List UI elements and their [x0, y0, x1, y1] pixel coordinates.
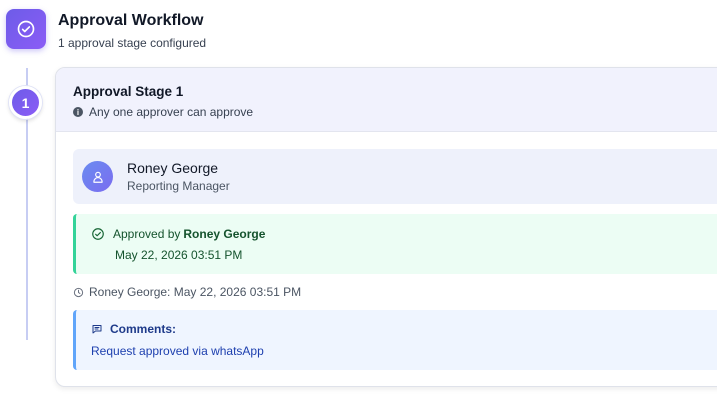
stage-header: Approval Stage 1 i Any one approver can …	[56, 68, 717, 132]
check-circle-icon	[17, 20, 35, 38]
approver-card: Roney George Reporting Manager	[73, 149, 717, 204]
timestamp-text: Roney George: May 22, 2026 03:51 PM	[89, 285, 302, 299]
page-subtitle: 1 approval stage configured	[58, 36, 207, 50]
approved-by-name: Roney George	[183, 227, 266, 241]
avatar	[82, 161, 113, 192]
stage-rule: i Any one approver can approve	[73, 105, 717, 119]
info-icon: i	[73, 107, 83, 117]
clock-icon	[73, 287, 84, 297]
approved-prefix: Approved by	[113, 227, 181, 241]
approver-name: Roney George	[127, 160, 219, 176]
approval-status-box: Approved by Roney George May 22, 2026 03…	[73, 214, 717, 274]
approved-date: May 22, 2026 03:51 PM	[115, 248, 243, 262]
user-icon	[92, 171, 103, 183]
stage-number-badge: 1	[9, 86, 42, 119]
page-title: Approval Workflow	[58, 12, 204, 29]
stage-rule-text: Any one approver can approve	[89, 105, 254, 119]
comments-box: Comments: Request approved via whatsApp	[73, 310, 717, 370]
comments-label: Comments:	[110, 322, 177, 336]
stage-title: Approval Stage 1	[73, 84, 184, 99]
approval-timestamp: Roney George: May 22, 2026 03:51 PM	[73, 285, 301, 299]
check-circle-icon	[92, 228, 104, 240]
workflow-icon-tile	[6, 9, 46, 49]
approver-role: Reporting Manager	[127, 179, 230, 193]
stage-card: Approval Stage 1 i Any one approver can …	[55, 67, 717, 387]
comments-text: Request approved via whatsApp	[91, 344, 264, 358]
comment-icon	[92, 325, 102, 334]
